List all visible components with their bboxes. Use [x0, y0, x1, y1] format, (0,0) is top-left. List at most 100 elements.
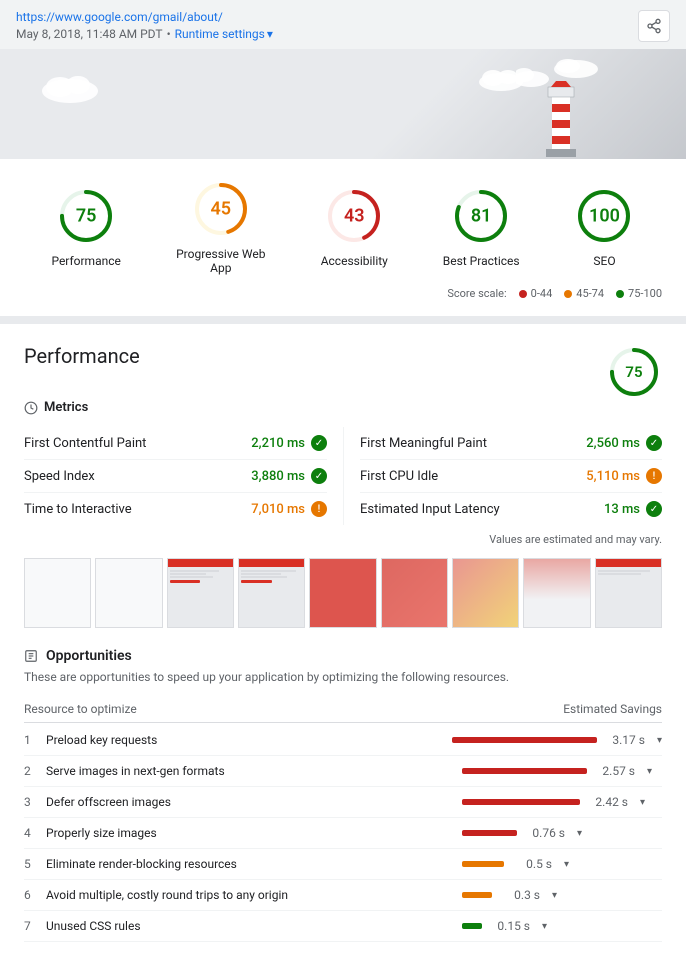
- opp-bar-area-1: 3.17 s ▾: [452, 733, 662, 747]
- score-circle-pwa: 45: [191, 179, 251, 239]
- score-label-best-practices: Best Practices: [443, 254, 520, 268]
- performance-title: Performance: [24, 344, 140, 368]
- score-value-best-practices: 81: [471, 206, 492, 227]
- chevron-icon-4: ▾: [577, 828, 582, 839]
- score-circle-performance: 75: [56, 186, 116, 246]
- metric-value-fcp: 2,210 ms ✓: [251, 435, 327, 451]
- film-frame-5: [309, 558, 376, 628]
- opp-row-6[interactable]: 6 Avoid multiple, costly round trips to …: [24, 880, 662, 911]
- opp-bar-3: [462, 799, 580, 805]
- metric-value-speed-index: 3,880 ms ✓: [251, 468, 327, 484]
- chevron-down-icon: ▾: [267, 27, 273, 41]
- opp-bar-1: [452, 737, 597, 743]
- opp-bar-area-3: 2.42 s ▾: [462, 795, 662, 809]
- chevron-icon-6: ▾: [552, 890, 557, 901]
- metric-speed-index: Speed Index 3,880 ms ✓: [24, 460, 327, 493]
- opp-bar-area-6: 0.3 s ▾: [462, 888, 662, 902]
- metric-value-input-latency: 13 ms ✓: [604, 501, 662, 517]
- status-icon-cpu-idle: !: [646, 468, 662, 484]
- score-circle-seo: 100: [574, 186, 634, 246]
- film-frame-4: [238, 558, 305, 628]
- metric-fmp: First Meaningful Paint 2,560 ms ✓: [360, 427, 662, 460]
- opp-bar-7: [462, 923, 482, 929]
- score-scale: Score scale: 0-44 45-74 75-100: [24, 287, 662, 304]
- film-frame-7: [452, 558, 519, 628]
- scores-card: 75 Performance 45 Progressive Web App 43: [0, 159, 686, 316]
- opp-bar-6: [462, 892, 492, 898]
- film-frame-1: [24, 558, 91, 628]
- metric-value-cpu-idle: 5,110 ms !: [586, 468, 662, 484]
- metrics-header: Metrics: [24, 400, 662, 415]
- metrics-grid: First Contentful Paint 2,210 ms ✓ Speed …: [24, 427, 662, 525]
- opp-row-1[interactable]: 1 Preload key requests 3.17 s ▾: [24, 725, 662, 756]
- score-label-pwa: Progressive Web App: [176, 247, 266, 275]
- film-frame-9: [595, 558, 662, 628]
- metric-cpu-idle: First CPU Idle 5,110 ms !: [360, 460, 662, 493]
- score-accessibility: 43 Accessibility: [321, 186, 388, 268]
- score-pwa: 45 Progressive Web App: [176, 179, 266, 275]
- page-url[interactable]: https://www.google.com/gmail/about/: [16, 10, 223, 24]
- opp-bar-2: [462, 768, 587, 774]
- score-value-pwa: 45: [210, 199, 231, 220]
- opportunities-table-header: Resource to optimize Estimated Savings: [24, 696, 662, 723]
- timestamp: May 8, 2018, 11:48 AM PDT: [16, 27, 163, 41]
- scale-item-orange: 45-74: [564, 287, 604, 300]
- opportunities-section: Opportunities These are opportunities to…: [24, 648, 662, 942]
- opp-row-2[interactable]: 2 Serve images in next-gen formats 2.57 …: [24, 756, 662, 787]
- scale-dot-orange: [564, 290, 572, 298]
- metrics-col-right: First Meaningful Paint 2,560 ms ✓ First …: [343, 427, 662, 525]
- opportunities-description: These are opportunities to speed up your…: [24, 670, 662, 684]
- opp-bar-area-4: 0.76 s ▾: [462, 826, 662, 840]
- perf-score-circle: 75: [606, 344, 662, 400]
- score-value-accessibility: 43: [344, 206, 365, 227]
- metric-input-latency: Estimated Input Latency 13 ms ✓: [360, 493, 662, 525]
- opp-row-3[interactable]: 3 Defer offscreen images 2.42 s ▾: [24, 787, 662, 818]
- runtime-settings-link[interactable]: Runtime settings ▾: [175, 27, 273, 41]
- page-header: https://www.google.com/gmail/about/ May …: [0, 0, 686, 49]
- chevron-icon-5: ▾: [564, 859, 569, 870]
- scale-item-green: 75-100: [616, 287, 662, 300]
- metrics-note: Values are estimated and may vary.: [24, 533, 662, 546]
- metrics-col-left: First Contentful Paint 2,210 ms ✓ Speed …: [24, 427, 343, 525]
- score-label-performance: Performance: [51, 254, 120, 268]
- share-button[interactable]: [638, 10, 670, 42]
- score-value-seo: 100: [589, 206, 620, 227]
- score-performance: 75 Performance: [51, 186, 120, 268]
- clock-icon: [24, 401, 38, 415]
- lighthouse-icon: [516, 59, 606, 159]
- scale-dot-red: [519, 290, 527, 298]
- opportunities-icon: [24, 649, 38, 663]
- status-icon-fcp: ✓: [311, 435, 327, 451]
- chevron-icon-3: ▾: [640, 797, 645, 808]
- cloud-left-icon: [40, 69, 100, 104]
- chevron-icon-2: ▾: [647, 766, 652, 777]
- score-circle-best-practices: 81: [451, 186, 511, 246]
- opp-bar-area-5: 0.5 s ▾: [462, 857, 662, 871]
- status-icon-fmp: ✓: [646, 435, 662, 451]
- opp-row-7[interactable]: 7 Unused CSS rules 0.15 s ▾: [24, 911, 662, 942]
- scale-dot-green: [616, 290, 624, 298]
- metric-tti: Time to Interactive 7,010 ms !: [24, 493, 327, 525]
- film-frame-3: [167, 558, 234, 628]
- score-best-practices: 81 Best Practices: [443, 186, 520, 268]
- film-frame-2: [95, 558, 162, 628]
- opp-row-4[interactable]: 4 Properly size images 0.76 s ▾: [24, 818, 662, 849]
- metric-value-fmp: 2,560 ms ✓: [586, 435, 662, 451]
- chevron-icon-1: ▾: [657, 735, 662, 746]
- score-circle-accessibility: 43: [324, 186, 384, 246]
- film-frame-6: [381, 558, 448, 628]
- film-frame-8: [523, 558, 590, 628]
- status-icon-speed-index: ✓: [311, 468, 327, 484]
- metric-fcp: First Contentful Paint 2,210 ms ✓: [24, 427, 327, 460]
- score-seo: 100 SEO: [574, 186, 634, 268]
- lighthouse-hero: [0, 49, 686, 159]
- opp-bar-area-7: 0.15 s ▾: [462, 919, 662, 933]
- score-label-accessibility: Accessibility: [321, 254, 388, 268]
- opp-bar-area-2: 2.57 s ▾: [462, 764, 662, 778]
- metric-value-tti: 7,010 ms !: [251, 501, 327, 517]
- status-icon-input-latency: ✓: [646, 501, 662, 517]
- scale-item-red: 0-44: [519, 287, 553, 300]
- opportunities-header: Opportunities: [24, 648, 662, 664]
- filmstrip: [24, 558, 662, 628]
- perf-score-value: 75: [625, 363, 642, 381]
